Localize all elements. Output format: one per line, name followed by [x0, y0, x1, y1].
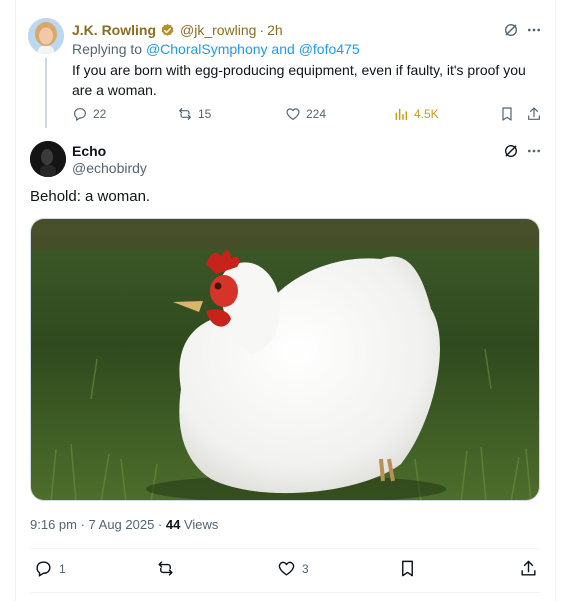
mention-and: and [267, 41, 299, 57]
thread-connector-line [45, 58, 47, 128]
views-label: Views [180, 517, 219, 532]
avatar-image [30, 141, 66, 177]
reply-count: 1 [59, 561, 66, 576]
separator-dot: · [259, 22, 265, 38]
views-number: 44 [165, 517, 181, 532]
reply-icon [36, 561, 51, 577]
tweet-photo-white-hen[interactable] [30, 218, 540, 501]
reply-action[interactable]: 22 [72, 106, 106, 122]
like-action[interactable]: 224 [285, 106, 326, 122]
like-icon [278, 561, 295, 576]
replying-to-line: Replying to @ChoralSymphony and @fofo475 [72, 41, 360, 57]
mention-choralsymphony[interactable]: @ChoralSymphony [146, 41, 268, 57]
avatar-jk-rowling[interactable] [28, 18, 64, 54]
grok-icon[interactable] [503, 143, 519, 159]
reply-action[interactable]: 1 [34, 559, 66, 578]
like-count: 3 [302, 561, 309, 576]
repost-action[interactable]: 15 [177, 106, 211, 122]
divider [30, 548, 540, 549]
reply-tweet-text: If you are born with egg-producing equip… [72, 62, 526, 98]
avatar-echo[interactable] [30, 141, 66, 177]
repost-icon [179, 108, 191, 120]
views-count: 4.5K [414, 107, 439, 121]
like-action[interactable]: 3 [277, 559, 309, 578]
tweet-timestamp-line: 9:16 pm · 7 Aug 2025 · 44 Views [30, 517, 218, 532]
reply-icon [74, 108, 86, 122]
timestamp[interactable]: 9:16 pm · 7 Aug 2025 · [30, 517, 166, 532]
author-handle[interactable]: @echobirdy [72, 160, 147, 176]
more-icon[interactable] [526, 22, 542, 38]
like-count: 224 [306, 107, 327, 121]
more-icon[interactable] [526, 143, 542, 159]
like-icon [286, 108, 300, 120]
avatar-image [28, 18, 64, 54]
tweet-time[interactable]: 2h [267, 22, 283, 38]
author-name[interactable]: Echo [72, 143, 106, 159]
bookmark-icon[interactable] [398, 559, 417, 578]
repost-count: 15 [198, 107, 212, 121]
verified-badge-icon [161, 23, 174, 36]
grok-icon[interactable] [503, 22, 519, 38]
main-tweet-text: Behold: a woman. [30, 188, 151, 205]
views-action[interactable]: 4.5K [393, 106, 439, 122]
reply-tweet-header: J.K. Rowling @jk_rowling · 2h [72, 21, 283, 39]
repost-icon [158, 561, 173, 576]
author-handle[interactable]: @jk_rowling [180, 22, 256, 38]
share-icon[interactable] [526, 106, 542, 122]
share-icon[interactable] [519, 559, 538, 578]
hen-image [31, 219, 539, 500]
replying-prefix: Replying to [72, 41, 146, 57]
reply-count: 22 [93, 107, 107, 121]
views-icon [395, 108, 408, 121]
author-name[interactable]: J.K. Rowling [72, 22, 156, 38]
mention-fofo475[interactable]: @fofo475 [299, 41, 360, 57]
divider [30, 592, 540, 593]
bookmark-icon[interactable] [499, 106, 515, 122]
repost-action[interactable] [156, 559, 181, 578]
